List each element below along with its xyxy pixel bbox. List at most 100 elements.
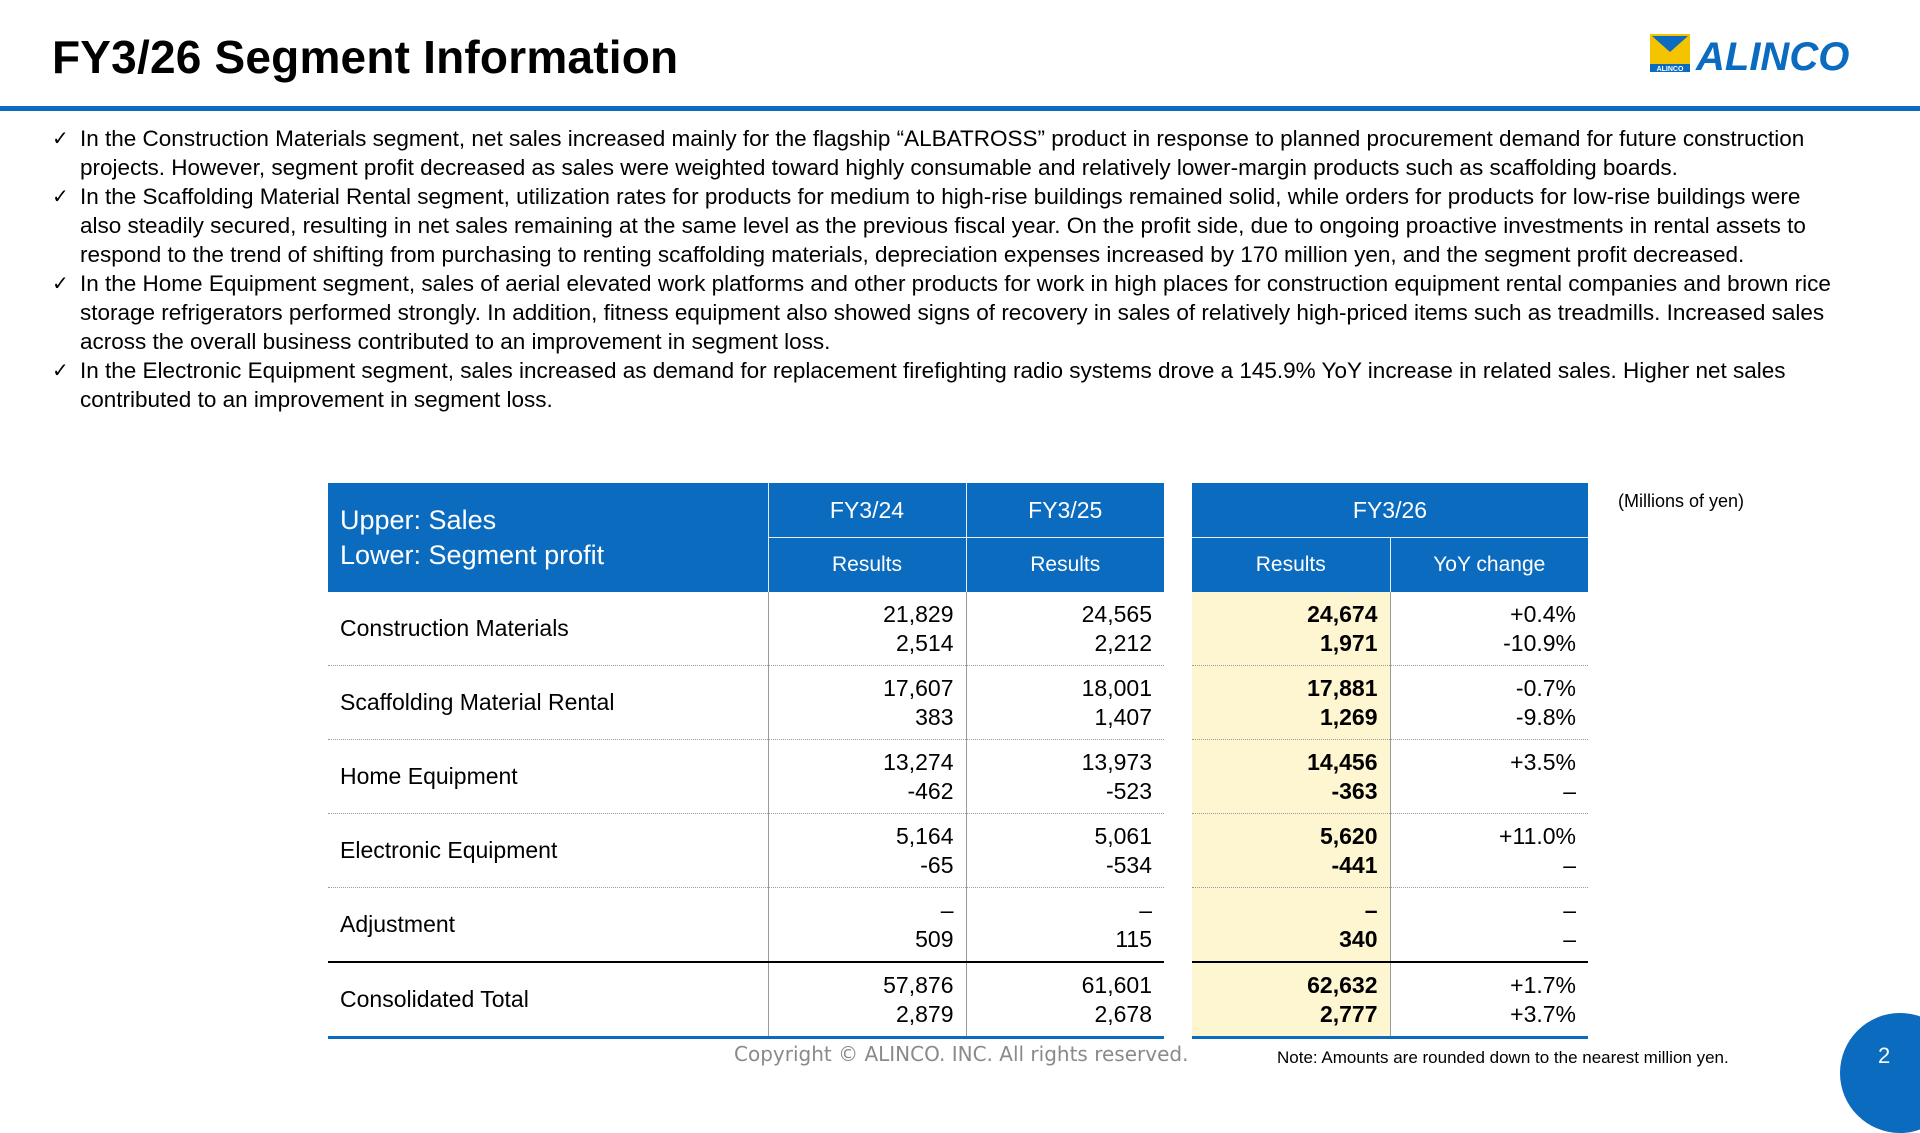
gap-cell xyxy=(1164,887,1192,962)
fy26-cell: 5,620 -441 xyxy=(1192,813,1390,888)
sales-value: – xyxy=(1139,896,1152,923)
profit-yoy: -10.9% xyxy=(1503,629,1576,656)
profit-value: -462 xyxy=(907,777,954,804)
profit-value: -523 xyxy=(1105,777,1152,804)
profit-value: 2,212 xyxy=(1094,629,1152,656)
check-icon: ✓ xyxy=(52,184,69,208)
sales-value: – xyxy=(940,896,954,923)
profit-yoy: – xyxy=(1563,851,1576,878)
yoy-cell: – – xyxy=(1389,887,1588,963)
gap-cell xyxy=(1164,962,1192,1038)
footnote: Note: Amounts are rounded down to the ne… xyxy=(1277,1048,1729,1067)
corner-line-profit: Lower: Segment profit xyxy=(340,539,605,570)
profit-value: 2,879 xyxy=(895,1000,954,1027)
sales-value: 5,061 xyxy=(1094,822,1152,849)
header-results-fy26: Results xyxy=(1192,537,1390,592)
check-icon: ✓ xyxy=(52,271,69,295)
sales-yoy: +1.7% xyxy=(1510,971,1576,998)
sales-value: 13,973 xyxy=(1081,748,1152,775)
bullet-item: ✓ In the Construction Materials segment,… xyxy=(52,124,1842,182)
corner-line-sales: Upper: Sales xyxy=(340,504,497,535)
sales-value: 57,876 xyxy=(883,971,954,998)
sales-value: 17,881 xyxy=(1307,674,1378,701)
sales-yoy: -0.7% xyxy=(1515,674,1576,701)
table-row: Home Equipment 13,274 -462 13,973 -523 14,… xyxy=(328,739,1588,814)
bullet-text: In the Home Equipment segment, sales of … xyxy=(80,271,1831,354)
gap-cell xyxy=(1164,813,1192,888)
profit-yoy: – xyxy=(1563,777,1576,804)
fy25-cell: 61,601 2,678 xyxy=(965,961,1164,1039)
sales-value: 13,274 xyxy=(883,748,954,775)
table-corner-header: Upper: Sales Lower: Segment profit xyxy=(328,483,768,592)
sales-value: 24,674 xyxy=(1307,600,1378,627)
bullet-item: ✓ In the Electronic Equipment segment, s… xyxy=(52,356,1842,414)
table-row: Adjustment –509 –115 –340 – – xyxy=(328,887,1588,963)
page-title: FY3/26 Segment Information xyxy=(52,31,679,83)
profit-value: -534 xyxy=(1105,851,1152,878)
header-fy25: FY3/25 xyxy=(965,483,1164,538)
fy24-cell: 17,607 383 xyxy=(767,665,966,740)
bullet-text: In the Scaffolding Material Rental segme… xyxy=(80,184,1806,267)
table-row-total: Consolidated Total 57,876 2,879 61,601 2,6… xyxy=(328,961,1588,1039)
sales-value: 24,565 xyxy=(1081,600,1152,627)
check-icon: ✓ xyxy=(52,126,69,150)
units-label: (Millions of yen) xyxy=(1618,491,1745,511)
profit-value: 2,777 xyxy=(1319,1000,1378,1027)
segment-name: Consolidated Total xyxy=(328,961,768,1039)
fy26-cell: 24,674 1,971 xyxy=(1192,592,1390,666)
bullet-item: ✓ In the Home Equipment segment, sales o… xyxy=(52,269,1842,356)
sales-value: – xyxy=(1364,896,1378,923)
sales-yoy: – xyxy=(1563,896,1576,923)
fy25-cell: 13,973 -523 xyxy=(965,739,1164,814)
sales-value: 21,829 xyxy=(883,600,954,627)
logo-small-text: ALINCO xyxy=(1657,66,1684,73)
bullet-text: In the Electronic Equipment segment, sal… xyxy=(80,358,1786,412)
fy26-cell: 17,881 1,269 xyxy=(1192,665,1390,740)
bullet-list: ✓ In the Construction Materials segment,… xyxy=(52,124,1842,414)
header-results-fy25: Results xyxy=(965,537,1164,592)
gap-cell xyxy=(1164,665,1192,740)
sales-value: 5,620 xyxy=(1319,822,1378,849)
page-number-badge xyxy=(1840,1013,1920,1133)
page-number: 2 xyxy=(1878,1043,1891,1068)
profit-value: 1,971 xyxy=(1319,629,1378,656)
table-row: Scaffolding Material Rental 17,607 383 18… xyxy=(328,665,1588,740)
profit-value: 509 xyxy=(915,925,954,952)
sales-yoy: +3.5% xyxy=(1510,748,1576,775)
bullet-item: ✓ In the Scaffolding Material Rental seg… xyxy=(52,182,1842,269)
profit-value: -65 xyxy=(920,851,954,878)
profit-value: 1,269 xyxy=(1319,703,1378,730)
copyright-text: Copyright © ALINCO. INC. All rights rese… xyxy=(734,1042,1189,1066)
sales-yoy: +0.4% xyxy=(1510,600,1576,627)
table-row: Construction Materials 21,829 2,514 24,56… xyxy=(328,592,1588,666)
segment-table: Upper: Sales Lower: Segment profit FY3/2… xyxy=(328,483,1588,1039)
fy25-cell: 5,061 -534 xyxy=(965,813,1164,888)
header-yoy: YoY change xyxy=(1389,537,1588,592)
yoy-cell: +0.4% -10.9% xyxy=(1389,592,1588,666)
bullet-text: In the Construction Materials segment, n… xyxy=(80,126,1805,180)
yoy-cell: +1.7% +3.7% xyxy=(1389,961,1588,1039)
gap-cell xyxy=(1164,592,1192,666)
sales-value: 17,607 xyxy=(883,674,954,701)
sales-value: 62,632 xyxy=(1307,971,1378,998)
fy24-cell: –509 xyxy=(767,887,966,963)
fy24-cell: 21,829 2,514 xyxy=(767,592,966,666)
segment-name: Construction Materials xyxy=(328,592,768,666)
header-results-fy24: Results xyxy=(767,537,966,592)
profit-value: -363 xyxy=(1331,777,1378,804)
fy26-cell: 14,456 -363 xyxy=(1192,739,1390,814)
profit-value: 2,678 xyxy=(1094,1000,1152,1027)
profit-value: 115 xyxy=(1115,925,1152,952)
fy25-cell: 18,001 1,407 xyxy=(965,665,1164,740)
profit-value: 383 xyxy=(915,703,954,730)
sales-value: 18,001 xyxy=(1081,674,1152,701)
profit-value: 340 xyxy=(1339,925,1378,952)
header-rule xyxy=(0,106,1920,111)
header-fy26: FY3/26 xyxy=(1192,483,1588,538)
yoy-cell: -0.7% -9.8% xyxy=(1389,665,1588,740)
fy24-cell: 57,876 2,879 xyxy=(767,961,966,1039)
profit-value: -441 xyxy=(1331,851,1378,878)
sales-value: 5,164 xyxy=(895,822,954,849)
fy25-cell: –115 xyxy=(965,887,1164,963)
fy24-cell: 13,274 -462 xyxy=(767,739,966,814)
